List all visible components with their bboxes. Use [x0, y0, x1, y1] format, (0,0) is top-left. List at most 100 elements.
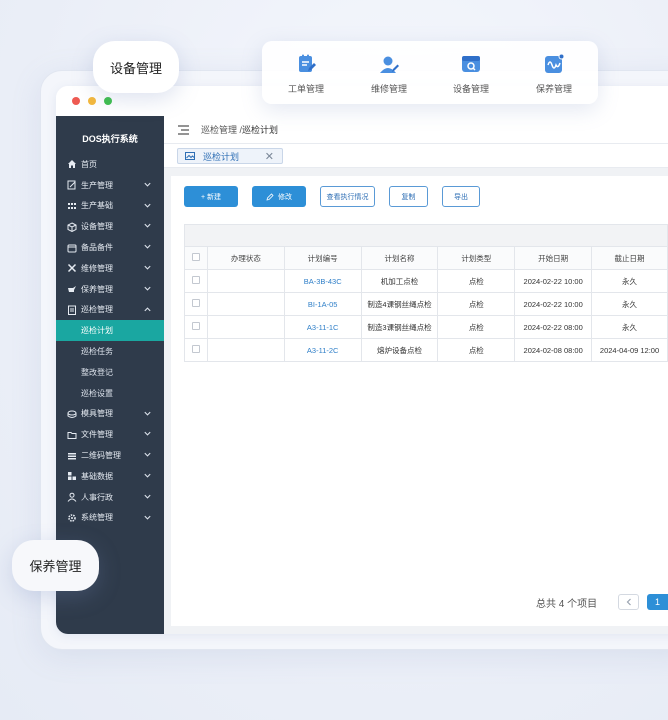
sidebar-item-label: 基础数据 — [81, 471, 113, 481]
table-header-row: 办理状态 计划编号 计划名称 计划类型 开始日期 截止日期 — [184, 246, 668, 270]
status-cell — [206, 315, 285, 339]
sidebar-item-mold[interactable]: 模具管理 — [56, 404, 164, 425]
sidebar-item-label: 备品备件 — [81, 243, 113, 253]
status-cell — [206, 338, 285, 362]
quick-maintenance[interactable]: 保养管理 — [519, 53, 589, 95]
row-select-cell — [184, 338, 208, 362]
table-row[interactable]: BA-3B-43C 机加工点检 点检 2024-02-22 10:00 永久 — [184, 269, 668, 293]
sidebar-item-system[interactable]: 系统管理 — [56, 508, 164, 529]
sidebar-item-repair[interactable]: 维修管理 — [56, 258, 164, 279]
sidebar-item-equipment[interactable]: 设备管理 — [56, 216, 164, 237]
row-select-cell — [184, 315, 208, 339]
chevron-down-icon — [144, 432, 151, 436]
close-icon[interactable]: ✕ — [265, 150, 274, 163]
view-execution-button[interactable]: 查看执行情况 — [320, 186, 375, 207]
row-select-cell — [184, 292, 208, 316]
mold-icon — [66, 408, 77, 419]
column-header[interactable]: 计划名称 — [360, 246, 439, 270]
sidebar-item-production[interactable]: 生产管理 — [56, 175, 164, 196]
row-checkbox[interactable] — [191, 276, 200, 284]
column-header[interactable]: 计划类型 — [437, 246, 516, 270]
maintenance-pill: 保养管理 — [12, 540, 99, 591]
sidebar-item-inspection[interactable]: 巡检管理 — [56, 300, 164, 321]
column-header[interactable]: 截止日期 — [591, 246, 668, 270]
chevron-down-icon — [144, 182, 151, 187]
table-row[interactable]: A3-11-1C 制造3课钢丝绳点检 点检 2024-02-22 08:00 永… — [184, 315, 668, 339]
plan-code-link[interactable]: A3-11-1C — [283, 315, 362, 339]
table-filter-bar — [184, 224, 668, 246]
sidebar-item-label: 首页 — [81, 159, 97, 169]
export-button[interactable]: 导出 — [442, 186, 480, 207]
work-order-icon — [299, 54, 316, 72]
column-header[interactable]: 办理状态 — [206, 246, 285, 270]
table-row[interactable]: A3-11-2C 熔炉设备点检 点检 2024-02-08 08:00 2024… — [184, 338, 668, 362]
maintenance-wave-icon — [545, 53, 565, 73]
breadcrumb: 巡检管理 /巡检计划 — [201, 123, 278, 136]
qrcode-icon — [66, 450, 77, 461]
edit-button[interactable]: 修改 — [252, 186, 306, 207]
sidebar-subitem-inspection-plan[interactable]: 巡检计划 — [56, 320, 164, 342]
app-title: DOS执行系统 — [82, 134, 138, 144]
sidebar-item-label: 系统管理 — [81, 513, 113, 523]
quick-equipment[interactable]: 设备管理 — [436, 53, 506, 95]
quick-work-order[interactable]: 工单管理 — [271, 53, 341, 95]
sidebar-item-files[interactable]: 文件管理 — [56, 424, 164, 445]
column-header[interactable]: 计划编号 — [283, 246, 362, 270]
table-row[interactable]: BI-1A-05 制造4课钢丝绳点检 点检 2024-02-22 10:00 永… — [184, 292, 668, 316]
plan-code-link[interactable]: BA-3B-43C — [283, 269, 362, 293]
end-date-cell: 永久 — [591, 269, 668, 293]
sidebar-item-home[interactable]: 首页 — [56, 154, 164, 175]
quick-repair[interactable]: 维修管理 — [354, 53, 424, 95]
start-date-cell: 2024-02-22 08:00 — [514, 315, 593, 339]
plan-code-link[interactable]: BI-1A-05 — [283, 292, 362, 316]
plan-type-cell: 点检 — [437, 292, 516, 316]
menu-toggle-icon[interactable] — [178, 124, 189, 135]
chevron-down-icon — [144, 265, 151, 270]
sidebar-item-spare-parts[interactable]: 备品备件 — [56, 237, 164, 258]
sidebar-item-label: 文件管理 — [81, 430, 113, 440]
plan-type-cell: 点检 — [437, 338, 516, 362]
grid-icon — [66, 200, 77, 211]
sidebar-item-label: 生产管理 — [81, 180, 113, 190]
sidebar-subitem-inspection-task[interactable]: 巡检任务 — [56, 341, 164, 362]
status-cell — [206, 269, 285, 293]
sidebar-subitem-inspection-settings[interactable]: 巡检设置 — [56, 383, 164, 404]
plan-code-link[interactable]: A3-11-2C — [283, 338, 362, 362]
oilcan-icon — [66, 284, 77, 295]
sidebar-subitem-rectification[interactable]: 整改登记 — [56, 362, 164, 383]
sidebar-item-qrcode[interactable]: 二维码管理 — [56, 445, 164, 466]
chevron-down-icon — [144, 203, 151, 208]
new-button[interactable]: + 新建 — [184, 186, 238, 207]
settings-icon — [66, 512, 77, 523]
page-number-current[interactable]: 1 — [647, 594, 668, 610]
chevron-left-icon — [626, 598, 631, 606]
maximize-window-dot[interactable] — [104, 97, 112, 105]
breadcrumb-parent[interactable]: 巡检管理 — [201, 125, 237, 135]
select-all-checkbox[interactable] — [191, 253, 200, 261]
row-checkbox[interactable] — [191, 322, 200, 330]
row-select-cell — [184, 269, 208, 293]
edit-button-label: 修改 — [278, 193, 292, 201]
row-checkbox[interactable] — [191, 299, 200, 307]
folder-icon — [66, 429, 77, 440]
plan-type-cell: 点检 — [437, 315, 516, 339]
plan-type-cell: 点检 — [437, 269, 516, 293]
tab-inspection-plan[interactable]: 巡检计划 ✕ — [177, 148, 283, 164]
tab-bar: 巡检计划 ✕ — [164, 144, 668, 168]
column-header[interactable]: 开始日期 — [514, 246, 593, 270]
row-checkbox[interactable] — [191, 345, 200, 353]
prev-page-button[interactable] — [618, 594, 639, 610]
minimize-window-dot[interactable] — [88, 97, 96, 105]
repair-user-icon — [380, 56, 399, 73]
sidebar-item-production-base[interactable]: 生产基础 — [56, 196, 164, 217]
breadcrumb-current: 巡检计划 — [242, 125, 279, 135]
chevron-up-icon — [144, 306, 151, 311]
end-date-cell: 永久 — [591, 292, 668, 316]
close-window-dot[interactable] — [72, 97, 80, 105]
sidebar-item-hr-admin[interactable]: 人事行政 — [56, 487, 164, 508]
home-icon — [66, 159, 77, 170]
sidebar-item-maintenance[interactable]: 保养管理 — [56, 279, 164, 300]
copy-button[interactable]: 复制 — [389, 186, 428, 207]
start-date-cell: 2024-02-22 10:00 — [514, 292, 593, 316]
sidebar-item-basic-data[interactable]: 基础数据 — [56, 466, 164, 487]
